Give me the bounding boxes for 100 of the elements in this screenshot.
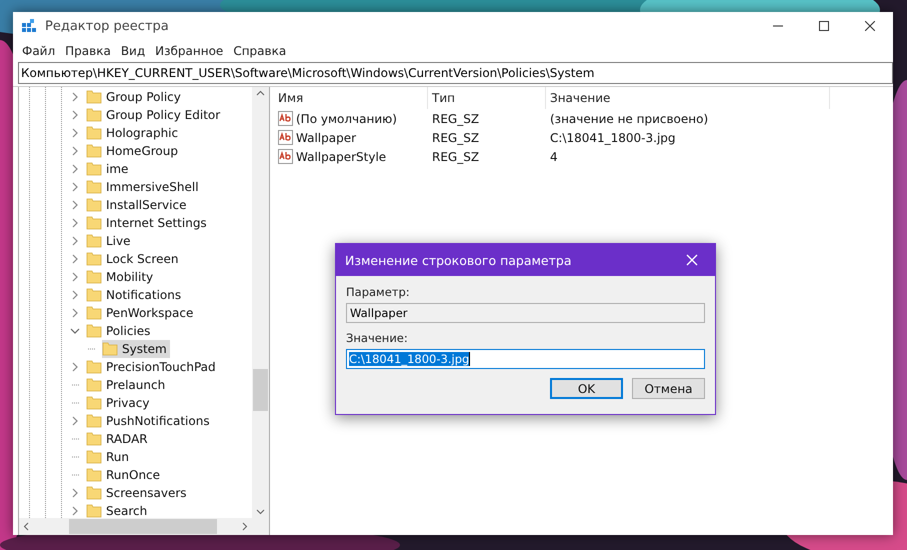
column-header[interactable]: Имя [274,87,428,109]
folder-icon [86,360,102,374]
table-cell: (По умолчанию) [274,109,428,128]
tree-item[interactable]: PenWorkspace [86,304,196,322]
scrollbar-thumb[interactable] [253,369,268,411]
folder-icon [86,288,102,302]
dialog-button[interactable]: Отмена [632,378,705,399]
field-label: Параметр: [346,285,411,299]
table-cell-text: REG_SZ [431,130,480,147]
tree-item[interactable]: InstallService [86,196,190,214]
folder-icon [86,486,102,500]
expand-chevron-icon[interactable] [71,290,79,300]
column-header[interactable]: Значение [546,87,830,109]
address-field[interactable]: Компьютер\HKEY_CURRENT_USER\Software\Microsoft\Windows\CurrentVersion\Policies\System [18,62,893,84]
table-cell-text: REG_SZ [431,110,480,128]
table-cell-text: REG_SZ [431,148,480,166]
expand-chevron-icon[interactable] [71,128,79,138]
folder-icon [86,270,102,284]
expand-chevron-icon[interactable] [71,488,79,498]
scroll-down-icon[interactable] [256,509,265,515]
tree-item[interactable]: System [102,340,170,358]
folder-icon [86,378,102,392]
tree-item[interactable]: ImmersiveShell [86,178,202,196]
close-icon [686,254,698,266]
tree-item[interactable]: PrecisionTouchPad [86,358,219,376]
tree-item[interactable]: Mobility [86,268,156,286]
folder-icon [86,90,102,104]
table-cell-text: C:\18041_1800-3.jpg [549,130,677,147]
expand-chevron-icon[interactable] [71,182,79,192]
tree-item[interactable]: ime [86,160,132,178]
tree-item[interactable]: Holographic [86,124,182,142]
menu-item[interactable]: Избранное [150,44,228,58]
folder-icon [86,396,102,410]
column-header[interactable]: Тип [428,87,546,109]
folder-icon [86,144,102,158]
expand-chevron-icon[interactable] [71,236,79,246]
folder-icon [86,198,102,212]
expand-chevron-icon[interactable] [71,164,79,174]
registry-cubes-icon [21,18,37,34]
expand-chevron-icon[interactable] [71,416,79,426]
menu-item[interactable]: Правка [60,44,116,58]
scroll-right-icon[interactable] [242,522,248,531]
folder-icon [86,414,102,428]
folder-icon [86,126,102,140]
table-cell-text: (значение не присвоено) [549,110,710,128]
string-value-icon [278,111,293,126]
horizontal-scrollbar[interactable] [19,518,252,535]
collapse-chevron-icon[interactable] [70,327,80,335]
dialog-button[interactable]: OK [550,378,623,399]
folder-icon [86,162,102,176]
tree-item[interactable]: HomeGroup [86,142,181,160]
expand-chevron-icon[interactable] [71,506,79,516]
folder-icon [86,216,102,230]
tree-item[interactable]: Lock Screen [86,250,182,268]
folder-icon [86,432,102,446]
folder-icon [86,180,102,194]
string-value-icon [278,130,293,145]
folder-icon [86,234,102,248]
expand-chevron-icon[interactable] [71,218,79,228]
expand-chevron-icon[interactable] [71,146,79,156]
folder-icon [86,450,102,464]
window-title: Редактор реестра [45,18,170,34]
name-field[interactable]: Wallpaper [346,303,705,323]
maximize-icon [819,21,829,31]
table-cell-text: 4 [549,148,559,166]
value-field[interactable]: C:\18041_1800-3.jpg [346,349,705,369]
tree-item[interactable]: Privacy [86,394,152,412]
menu-item[interactable]: Файл [17,44,60,58]
field-label: Значение: [346,331,409,345]
scroll-left-icon[interactable] [23,522,29,531]
tree-item[interactable]: Notifications [86,286,184,304]
tree-item[interactable]: PushNotifications [86,412,213,430]
expand-chevron-icon[interactable] [71,92,79,102]
expand-chevron-icon[interactable] [71,200,79,210]
tree-item[interactable]: Live [86,232,134,250]
scrollbar-thumb[interactable] [69,519,217,534]
expand-chevron-icon[interactable] [71,362,79,372]
menu-item[interactable]: Вид [116,44,150,58]
table-cell: Wallpaper [274,128,428,147]
menu-item[interactable]: Справка [228,44,292,58]
tree-item[interactable]: Run [86,448,132,466]
expand-chevron-icon[interactable] [71,272,79,282]
tree-item[interactable]: Group Policy Editor [86,106,224,124]
close-icon [865,21,875,31]
expand-chevron-icon[interactable] [71,254,79,264]
string-value-icon [278,149,293,164]
tree-item[interactable]: Screensavers [86,484,190,502]
tree-item[interactable]: Internet Settings [86,214,210,232]
tree-item[interactable]: Policies [86,322,154,340]
tree-item[interactable]: Group Policy [86,88,184,106]
table-cell: WallpaperStyle [274,147,428,166]
tree-item[interactable]: Search [86,502,150,518]
tree-item[interactable]: RADAR [86,430,151,448]
tree-item[interactable]: Prelaunch [86,376,168,394]
tree-item[interactable]: RunOnce [86,466,164,484]
scroll-up-icon[interactable] [256,90,265,96]
expand-chevron-icon[interactable] [71,308,79,318]
expand-chevron-icon[interactable] [71,110,79,120]
dialog-title: Изменение строкового параметра [345,252,573,268]
vertical-scrollbar[interactable] [252,87,269,518]
